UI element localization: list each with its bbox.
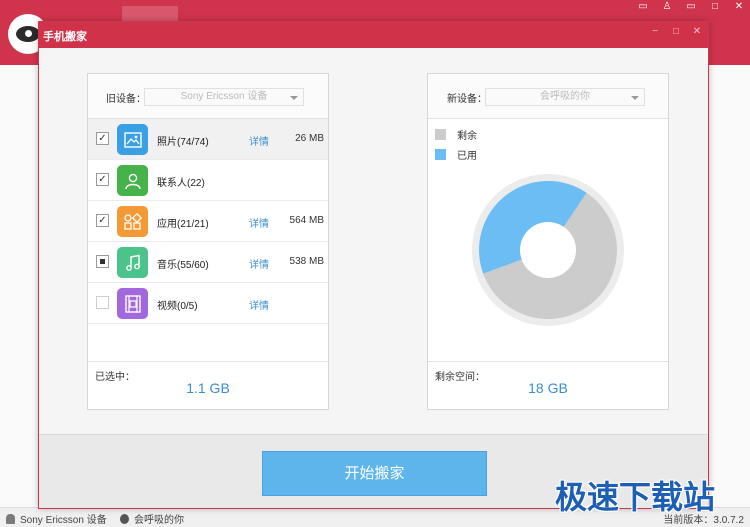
old-device-label: 旧设备： <box>106 94 146 105</box>
item-checkbox[interactable]: ✓ <box>96 214 109 227</box>
maximize-icon[interactable]: □ <box>668 26 684 37</box>
item-checkbox[interactable] <box>96 255 109 268</box>
dialog-titlebar: 手机搬家 − □ ✕ <box>39 22 708 48</box>
new-device-status[interactable]: 会呼吸的你 <box>120 511 184 526</box>
close-icon[interactable]: ✕ <box>728 0 750 14</box>
item-size: 538 MB <box>289 256 324 267</box>
storage-donut-chart <box>472 174 624 326</box>
item-detail-link[interactable]: 详情 <box>249 133 269 148</box>
legend-remaining: 剩余 <box>435 127 477 142</box>
item-name: 联系人(22) <box>157 178 205 189</box>
old-device-select[interactable]: Sony Ericsson 设备 <box>144 88 304 106</box>
watermark: 极速下载站 <box>555 479 716 515</box>
phone-migration-dialog: 手机搬家 − □ ✕ 旧设备： Sony Ericsson 设备 ✓ 照片(74/… <box>38 21 709 509</box>
new-device-header: 新设备： 会呼吸的你 <box>428 74 668 119</box>
apps-icon <box>117 206 148 237</box>
maximize-icon[interactable]: □ <box>704 0 726 14</box>
item-name: 照片(74/74) <box>157 137 209 148</box>
selected-size: 1.1 GB <box>186 380 230 396</box>
close-icon[interactable]: ✕ <box>689 26 705 37</box>
chat-icon[interactable]: ▭ <box>632 0 654 14</box>
item-name: 应用(21/21) <box>157 219 209 230</box>
window-controls: ▭ ♙ ▭ □ ✕ <box>632 0 750 14</box>
music-icon <box>117 247 148 278</box>
item-size: 26 MB <box>295 133 324 144</box>
list-item[interactable]: ✓ 应用(21/21) 详情 564 MB <box>88 201 328 242</box>
new-device-panel: 新设备： 会呼吸的你 剩余 已用 剩余空间： 18 GB <box>427 73 669 410</box>
old-device-header: 旧设备： Sony Ericsson 设备 <box>88 74 328 119</box>
item-name: 视频(0/5) <box>157 301 198 312</box>
item-detail-link[interactable]: 详情 <box>249 215 269 230</box>
item-checkbox[interactable] <box>96 296 109 309</box>
item-detail-link[interactable]: 详情 <box>249 297 269 312</box>
remaining-space-value: 18 GB <box>528 380 568 396</box>
item-checkbox[interactable]: ✓ <box>96 173 109 186</box>
start-migration-button[interactable]: 开始搬家 <box>262 451 487 496</box>
old-device-status[interactable]: Sony Ericsson 设备 <box>6 511 107 526</box>
list-item[interactable]: ✓ 联系人(22) <box>88 160 328 201</box>
minimize-icon[interactable]: − <box>647 26 663 37</box>
item-size: 564 MB <box>289 215 324 226</box>
old-device-footer: 已选中： 1.1 GB <box>88 361 328 409</box>
minimize-icon[interactable]: ▭ <box>680 0 702 14</box>
old-device-panel: 旧设备： Sony Ericsson 设备 ✓ 照片(74/74) 详情 26 MB ✓… <box>87 73 329 410</box>
shirt-icon[interactable]: ♙ <box>656 0 678 14</box>
legend-used: 已用 <box>435 147 477 162</box>
item-checkbox[interactable]: ✓ <box>96 132 109 145</box>
photo-icon <box>117 124 148 155</box>
chevron-down-icon <box>631 96 639 100</box>
contact-icon <box>117 165 148 196</box>
item-name: 音乐(55/60) <box>157 260 209 271</box>
list-item[interactable]: ✓ 照片(74/74) 详情 26 MB <box>88 119 328 160</box>
list-item[interactable]: 视频(0/5) 详情 <box>88 283 328 324</box>
video-icon <box>117 288 148 319</box>
android-icon <box>6 514 15 524</box>
dialog-title: 手机搬家 <box>43 31 87 43</box>
new-device-select[interactable]: 会呼吸的你 <box>485 88 645 106</box>
chevron-down-icon <box>290 96 298 100</box>
dialog-content: 旧设备： Sony Ericsson 设备 ✓ 照片(74/74) 详情 26 MB ✓… <box>39 48 708 434</box>
new-device-label: 新设备： <box>447 94 487 105</box>
apple-icon <box>120 514 129 524</box>
new-device-footer: 剩余空间： 18 GB <box>428 361 668 409</box>
list-item[interactable]: 音乐(55/60) 详情 538 MB <box>88 242 328 283</box>
item-detail-link[interactable]: 详情 <box>249 256 269 271</box>
donut-hole <box>520 222 576 278</box>
legend-swatch-remaining <box>435 129 446 140</box>
legend-swatch-used <box>435 149 446 160</box>
